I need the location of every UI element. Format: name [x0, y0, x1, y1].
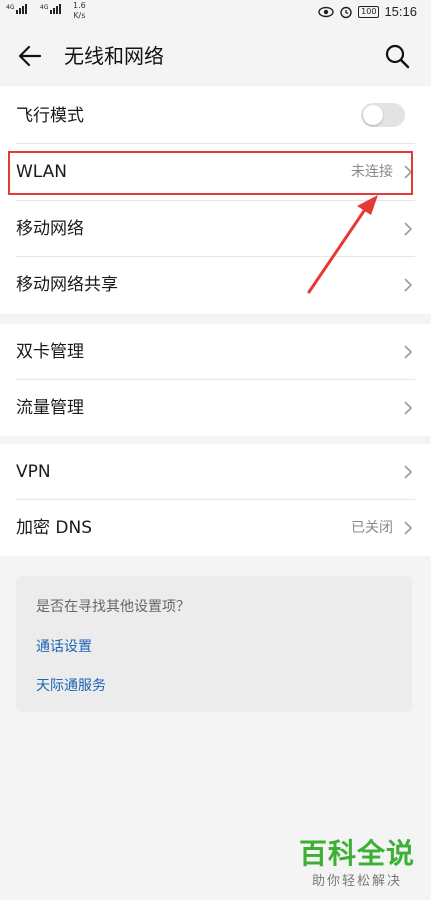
call-settings-link[interactable]: 通话设置: [36, 636, 92, 656]
vpn-row[interactable]: VPN: [0, 444, 431, 500]
chevron-right-icon: [404, 521, 413, 535]
network-speed: 1.6 K/s: [73, 1, 86, 20]
battery-icon: 100: [358, 5, 380, 18]
page-title: 无线和网络: [64, 44, 164, 68]
chevron-right-icon: [404, 278, 413, 292]
skytone-service-link[interactable]: 天际通服务: [36, 675, 106, 695]
signal-strength-icon: 4G: [6, 4, 27, 14]
status-bar: 4G 4G 1.6 K/s 100 15:16: [0, 0, 431, 26]
suggestions-panel: 是否在寻找其他设置项？ 通话设置 天际通服务: [16, 576, 412, 712]
app-header: 无线和网络: [0, 26, 431, 86]
chevron-right-icon: [404, 401, 413, 415]
airplane-mode-row[interactable]: 飞行模式: [0, 88, 431, 144]
chevron-right-icon: [404, 465, 413, 479]
suggestions-question: 是否在寻找其他设置项？: [36, 599, 190, 615]
airplane-mode-toggle[interactable]: [361, 103, 405, 127]
private-dns-row[interactable]: 加密 DNS 已关闭: [0, 500, 431, 556]
signal-strength-icon: 4G: [40, 4, 61, 14]
dual-sim-row[interactable]: 双卡管理: [0, 324, 431, 380]
chevron-right-icon: [404, 222, 413, 236]
search-icon[interactable]: [383, 42, 411, 70]
eye-comfort-icon: [318, 6, 334, 17]
data-usage-row[interactable]: 流量管理: [0, 380, 431, 436]
watermark-logo: 百科全说 助你轻松解决: [298, 837, 415, 890]
settings-group-network: 飞行模式 WLAN 未连接 移动网络 移动网络共享: [0, 86, 431, 314]
settings-group-sim: 双卡管理 流量管理: [0, 324, 431, 436]
settings-group-vpn-dns: VPN 加密 DNS 已关闭: [0, 444, 431, 556]
private-dns-status: 已关闭: [351, 520, 393, 536]
clock: 15:16: [384, 4, 417, 19]
mobile-network-row[interactable]: 移动网络: [0, 201, 431, 257]
back-arrow-icon[interactable]: [16, 42, 44, 70]
alarm-icon: [340, 6, 352, 18]
wlan-highlight-box: [8, 151, 413, 195]
tethering-row[interactable]: 移动网络共享: [0, 257, 431, 313]
chevron-right-icon: [404, 345, 413, 359]
